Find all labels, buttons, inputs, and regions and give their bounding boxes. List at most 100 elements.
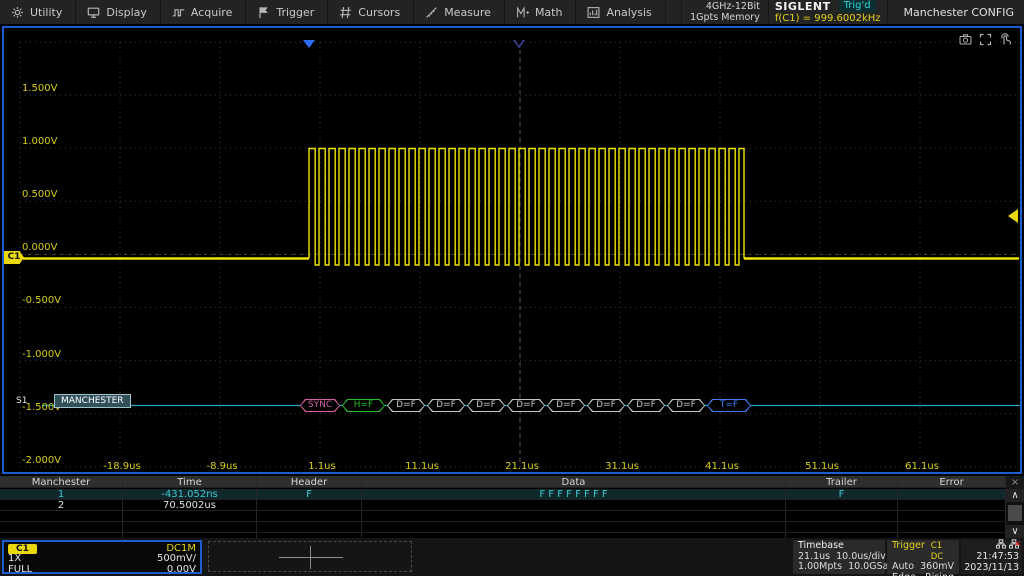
decode-frame-label: SYNC [300,399,340,412]
column-header: Manchester [0,476,123,488]
table-cell [898,489,1006,500]
table-cell [362,522,786,533]
menu-bar: Utility DisplayAcquire Trigger CursorsMeasu… [0,0,1024,24]
trigger-descriptor[interactable]: TriggerC1 DC Auto360mV EdgeRising [887,540,959,574]
decode-frame-label: D=F [507,399,545,412]
table-close-button[interactable]: × [1006,476,1024,489]
decode-frame-label: D=F [547,399,585,412]
timebase-descriptor[interactable]: Timebase 21.1us10.0us/div 1.00Mpts10.0GS… [793,540,885,574]
config-label: Manchester CONFIG [904,6,1014,19]
channel1-bandwidth: FULL [8,565,32,575]
footer-bar: C1DC1M 1X500mV/ FULL0.00V Timebase 21.1u… [0,538,1024,576]
acquisition-info: 4GHz-12Bit 1Gpts Memory [681,0,768,24]
table-row[interactable]: 270.5002us [0,500,1006,511]
table-cell [786,511,898,522]
decode-frame-label: T=F [707,399,751,412]
clock-box[interactable]: × 21:47:53 2023/11/13 [961,540,1022,574]
table-cell [257,511,362,522]
table-cell [786,522,898,533]
frequency-counter: f(C1) = 999.6002kHz [775,13,881,25]
trigger-level: 360mV [920,562,954,573]
table-cell: F [257,489,362,500]
menu-analysis[interactable]: Analysis [576,0,665,24]
bus1-decoder-badge[interactable]: MANCHESTER [54,394,131,408]
scroll-up-button[interactable]: ∧ [1006,489,1024,502]
decode-frame-sync: SYNC [300,399,340,412]
table-cell [257,500,362,511]
trigger-position-marker[interactable] [303,40,315,48]
column-header: Data [362,476,786,488]
voltage-label: 0.000V [22,243,57,253]
voltage-label: 0.500V [22,190,57,200]
decode-config-button[interactable]: Manchester CONFIG [887,0,1024,24]
decode-frame-label: D=F [587,399,625,412]
time-label: 31.1us [605,462,639,472]
decode-frame-d-f: D=F [547,399,585,412]
menu-measure[interactable]: Measure [414,0,505,24]
plus-icon [310,546,311,569]
analysis-icon [587,6,600,19]
menu-label: Trigger [276,6,314,19]
menu-display[interactable]: Display [76,0,161,24]
menu-math[interactable]: Math [505,0,577,24]
acquire-wave-icon [172,6,185,19]
table-cell [0,522,123,533]
brand-logo: SIGLENT [775,0,831,13]
time-label: 61.1us [905,462,939,472]
table-cell [362,500,786,511]
cursors-icon [339,6,352,19]
table-row[interactable]: 1-431.052nsFF F F F F F F FF [0,489,1006,500]
decode-frame-d-f: D=F [467,399,505,412]
decode-frame-label: H=F [342,399,385,412]
menu-utility[interactable]: Utility [0,0,76,24]
add-channel-slot[interactable] [208,541,412,572]
channel1-descriptor[interactable]: C1DC1M 1X500mV/ FULL0.00V [2,540,202,574]
clock-date: 2023/11/13 [964,562,1019,573]
decode-frame-d-f: D=F [387,399,425,412]
table-cell: F F F F F F F F [362,489,786,500]
decode-frame-d-f: D=F [667,399,705,412]
time-label: 11.1us [405,462,439,472]
waveform-display[interactable]: 1.500V1.000V0.500V0.000V-0.500V-1.000V-1… [2,26,1022,474]
fullscreen-icon[interactable] [979,31,992,50]
table-cell: -431.052ns [123,489,257,500]
flag-icon [257,6,270,19]
timebase-points: 1.00Mpts [798,562,842,573]
table-cell [362,511,786,522]
menu-items: Utility DisplayAcquire Trigger CursorsMeasu… [0,0,666,24]
table-scrollbar: × ∧ ∨ [1006,476,1024,538]
table-cell: 2 [0,500,123,511]
menu-label: Analysis [606,6,651,19]
table-cell: F [786,489,898,500]
decode-frame-d-f: D=F [427,399,465,412]
table-cell [898,522,1006,533]
scroll-thumb[interactable] [1008,505,1022,521]
menu-label: Math [535,6,563,19]
menu-cursors[interactable]: Cursors [328,0,414,24]
table-header-row: ManchesterTimeHeaderDataTrailerError [0,476,1006,489]
column-header: Error [898,476,1006,488]
bandwidth-label: 4GHz-12Bit [706,1,760,12]
menu-label: Utility [30,6,62,19]
menu-acquire[interactable]: Acquire [161,0,246,24]
menu-trigger[interactable]: Trigger [246,0,328,24]
scroll-down-button[interactable]: ∨ [1006,525,1024,538]
channel1-offset: 0.00V [167,565,196,575]
screenshot-camera-icon[interactable] [959,31,972,50]
trigger-type: Edge [892,573,916,576]
decode-frame-d-f: D=F [507,399,545,412]
table-row[interactable] [0,511,1006,522]
table-row[interactable] [0,522,1006,533]
decode-frame-t-f: T=F [707,399,751,412]
time-label: 1.1us [308,462,335,472]
math-icon [516,6,529,19]
channel1-badge: C1 [8,544,37,554]
table-cell [898,500,1006,511]
bus1-label: S1 [16,396,27,406]
lan-disconnected-icon: × [1009,539,1019,552]
decode-frame-label: D=F [627,399,665,412]
scroll-track[interactable] [1006,502,1024,525]
voltage-label: -0.500V [22,296,61,306]
table-cell [257,522,362,533]
touch-gesture-icon[interactable] [999,31,1012,50]
